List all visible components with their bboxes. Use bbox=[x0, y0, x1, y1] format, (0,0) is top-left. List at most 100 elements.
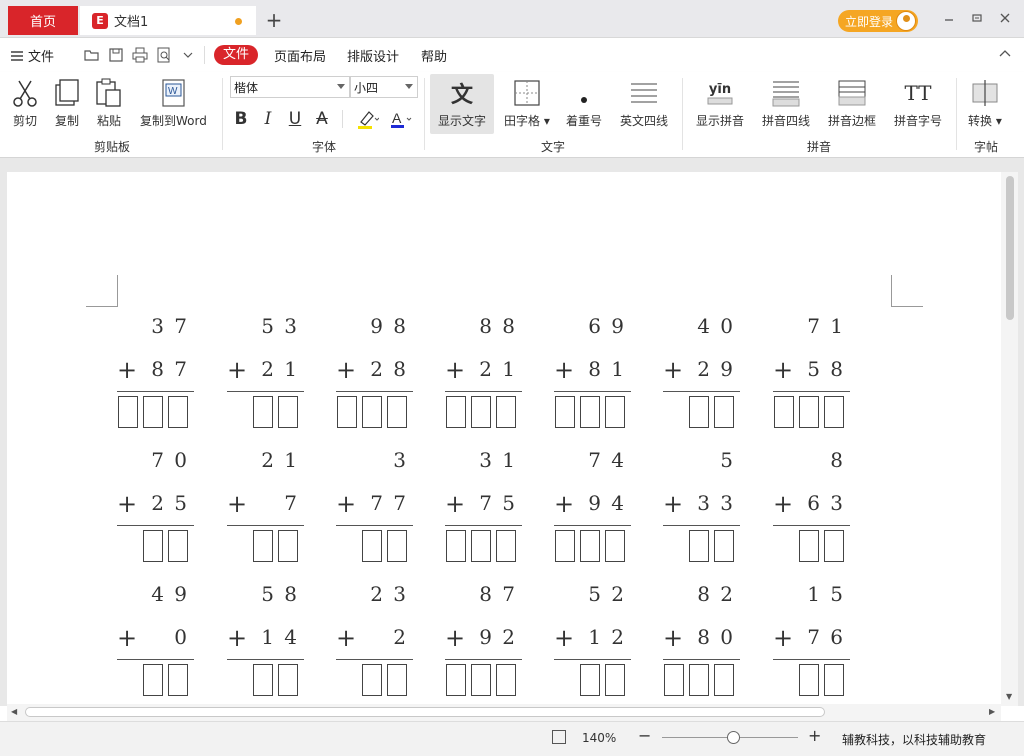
answer-box[interactable] bbox=[824, 396, 844, 428]
horizontal-scroll-thumb[interactable] bbox=[25, 707, 825, 717]
answer-box[interactable] bbox=[362, 396, 382, 428]
pinyin-font-size-button[interactable]: TT 拼音字号 bbox=[894, 78, 942, 129]
new-tab-button[interactable]: + bbox=[264, 8, 284, 32]
answer-box[interactable] bbox=[496, 396, 516, 428]
answer-box[interactable] bbox=[714, 530, 734, 562]
copy-button[interactable]: 复制 bbox=[52, 78, 82, 129]
print-button[interactable] bbox=[132, 47, 148, 63]
minimize-button[interactable] bbox=[942, 12, 956, 26]
answer-box[interactable] bbox=[143, 396, 163, 428]
scroll-left-arrow-icon[interactable]: ◀ bbox=[11, 707, 17, 716]
answer-box[interactable] bbox=[580, 530, 600, 562]
convert-button[interactable]: 转换 ▾ bbox=[968, 78, 1002, 129]
show-pinyin-button[interactable]: yīn 显示拼音 bbox=[696, 78, 744, 129]
cut-button[interactable]: 剪切 bbox=[10, 78, 40, 129]
fit-page-icon[interactable] bbox=[552, 730, 566, 744]
answer-box[interactable] bbox=[689, 530, 709, 562]
answer-box[interactable] bbox=[168, 396, 188, 428]
english-four-lines-button[interactable]: 英文四线 bbox=[620, 78, 668, 129]
answer-box[interactable] bbox=[446, 664, 466, 696]
zoom-slider-knob[interactable] bbox=[726, 731, 740, 744]
answer-box[interactable] bbox=[253, 530, 273, 562]
answer-box[interactable] bbox=[605, 396, 625, 428]
menu-tab-file[interactable]: 文件 bbox=[214, 45, 258, 65]
answer-box[interactable] bbox=[168, 664, 188, 696]
strikethrough-button[interactable]: A bbox=[312, 108, 332, 130]
menu-tab-page-layout[interactable]: 页面布局 bbox=[274, 46, 326, 65]
scroll-right-arrow-icon[interactable]: ▶ bbox=[989, 707, 995, 716]
open-button[interactable] bbox=[84, 47, 100, 63]
answer-box[interactable] bbox=[143, 530, 163, 562]
tab-document[interactable]: E 文档1 bbox=[80, 6, 256, 35]
answer-box[interactable] bbox=[253, 396, 273, 428]
answer-box[interactable] bbox=[446, 530, 466, 562]
font-size-select[interactable]: 小四 bbox=[350, 76, 418, 98]
login-button[interactable]: 立即登录 bbox=[838, 10, 918, 32]
answer-box[interactable] bbox=[278, 530, 298, 562]
answer-box[interactable] bbox=[446, 396, 466, 428]
answer-box[interactable] bbox=[714, 664, 734, 696]
copy-to-word-button[interactable]: W 复制到Word bbox=[140, 78, 207, 129]
answer-box[interactable] bbox=[278, 664, 298, 696]
answer-box[interactable] bbox=[714, 396, 734, 428]
close-button[interactable] bbox=[998, 12, 1012, 26]
font-family-select[interactable]: 楷体 bbox=[230, 76, 350, 98]
vertical-scroll-thumb[interactable] bbox=[1006, 176, 1014, 320]
zoom-in-button[interactable]: + bbox=[808, 726, 821, 745]
grid-style-button[interactable]: 田字格 ▾ bbox=[504, 78, 550, 129]
pinyin-four-lines-button[interactable]: 拼音四线 bbox=[762, 78, 810, 129]
answer-box[interactable] bbox=[143, 664, 163, 696]
horizontal-scrollbar[interactable]: ◀ ▶ bbox=[7, 704, 1001, 721]
answer-box[interactable] bbox=[362, 664, 382, 696]
answer-box[interactable] bbox=[774, 396, 794, 428]
menu-tab-typesetting[interactable]: 排版设计 bbox=[347, 46, 399, 65]
answer-box[interactable] bbox=[555, 530, 575, 562]
menu-tab-help[interactable]: 帮助 bbox=[421, 46, 447, 65]
scroll-down-arrow-icon[interactable]: ▼ bbox=[1006, 692, 1012, 701]
answer-box[interactable] bbox=[664, 664, 684, 696]
italic-button[interactable]: I bbox=[258, 108, 278, 130]
answer-box[interactable] bbox=[799, 530, 819, 562]
answer-box[interactable] bbox=[496, 530, 516, 562]
pinyin-border-button[interactable]: 拼音边框 bbox=[828, 78, 876, 129]
collapse-ribbon-button[interactable] bbox=[998, 46, 1012, 64]
answer-box[interactable] bbox=[799, 664, 819, 696]
answer-box[interactable] bbox=[689, 396, 709, 428]
show-text-button[interactable]: 文 显示文字 bbox=[430, 74, 494, 134]
quick-access-dropdown[interactable] bbox=[180, 47, 196, 63]
answer-box[interactable] bbox=[799, 396, 819, 428]
tab-home[interactable]: 首页 bbox=[8, 6, 78, 35]
font-color-button[interactable]: A bbox=[388, 108, 414, 130]
answer-box[interactable] bbox=[362, 530, 382, 562]
answer-box[interactable] bbox=[496, 664, 516, 696]
answer-box[interactable] bbox=[387, 530, 407, 562]
answer-box[interactable] bbox=[253, 664, 273, 696]
answer-box[interactable] bbox=[387, 396, 407, 428]
answer-box[interactable] bbox=[555, 396, 575, 428]
emphasis-mark-button[interactable]: 着重号 bbox=[566, 78, 602, 129]
answer-box[interactable] bbox=[471, 396, 491, 428]
answer-box[interactable] bbox=[824, 530, 844, 562]
answer-box[interactable] bbox=[168, 530, 188, 562]
answer-box[interactable] bbox=[471, 530, 491, 562]
answer-box[interactable] bbox=[580, 396, 600, 428]
answer-box[interactable] bbox=[689, 664, 709, 696]
answer-box[interactable] bbox=[337, 396, 357, 428]
answer-box[interactable] bbox=[471, 664, 491, 696]
answer-box[interactable] bbox=[118, 396, 138, 428]
save-button[interactable] bbox=[108, 47, 124, 63]
answer-box[interactable] bbox=[580, 664, 600, 696]
restore-button[interactable] bbox=[970, 12, 984, 26]
answer-box[interactable] bbox=[605, 530, 625, 562]
print-preview-button[interactable] bbox=[156, 47, 172, 63]
answer-box[interactable] bbox=[278, 396, 298, 428]
answer-box[interactable] bbox=[387, 664, 407, 696]
bold-button[interactable]: B bbox=[231, 108, 251, 130]
answer-box[interactable] bbox=[605, 664, 625, 696]
file-menu-button[interactable]: 文件 bbox=[10, 46, 54, 65]
vertical-scrollbar[interactable]: ▼ bbox=[1001, 172, 1018, 706]
document-page[interactable]: 3 7 +8 7 5 3 +2 1 9 8 +2 8 8 8 +2 1 6 9 +8 1 4 0 +2… bbox=[7, 172, 1001, 706]
zoom-out-button[interactable]: − bbox=[638, 726, 651, 745]
underline-button[interactable]: U bbox=[285, 108, 305, 130]
paste-button[interactable]: 粘贴 bbox=[94, 78, 124, 129]
